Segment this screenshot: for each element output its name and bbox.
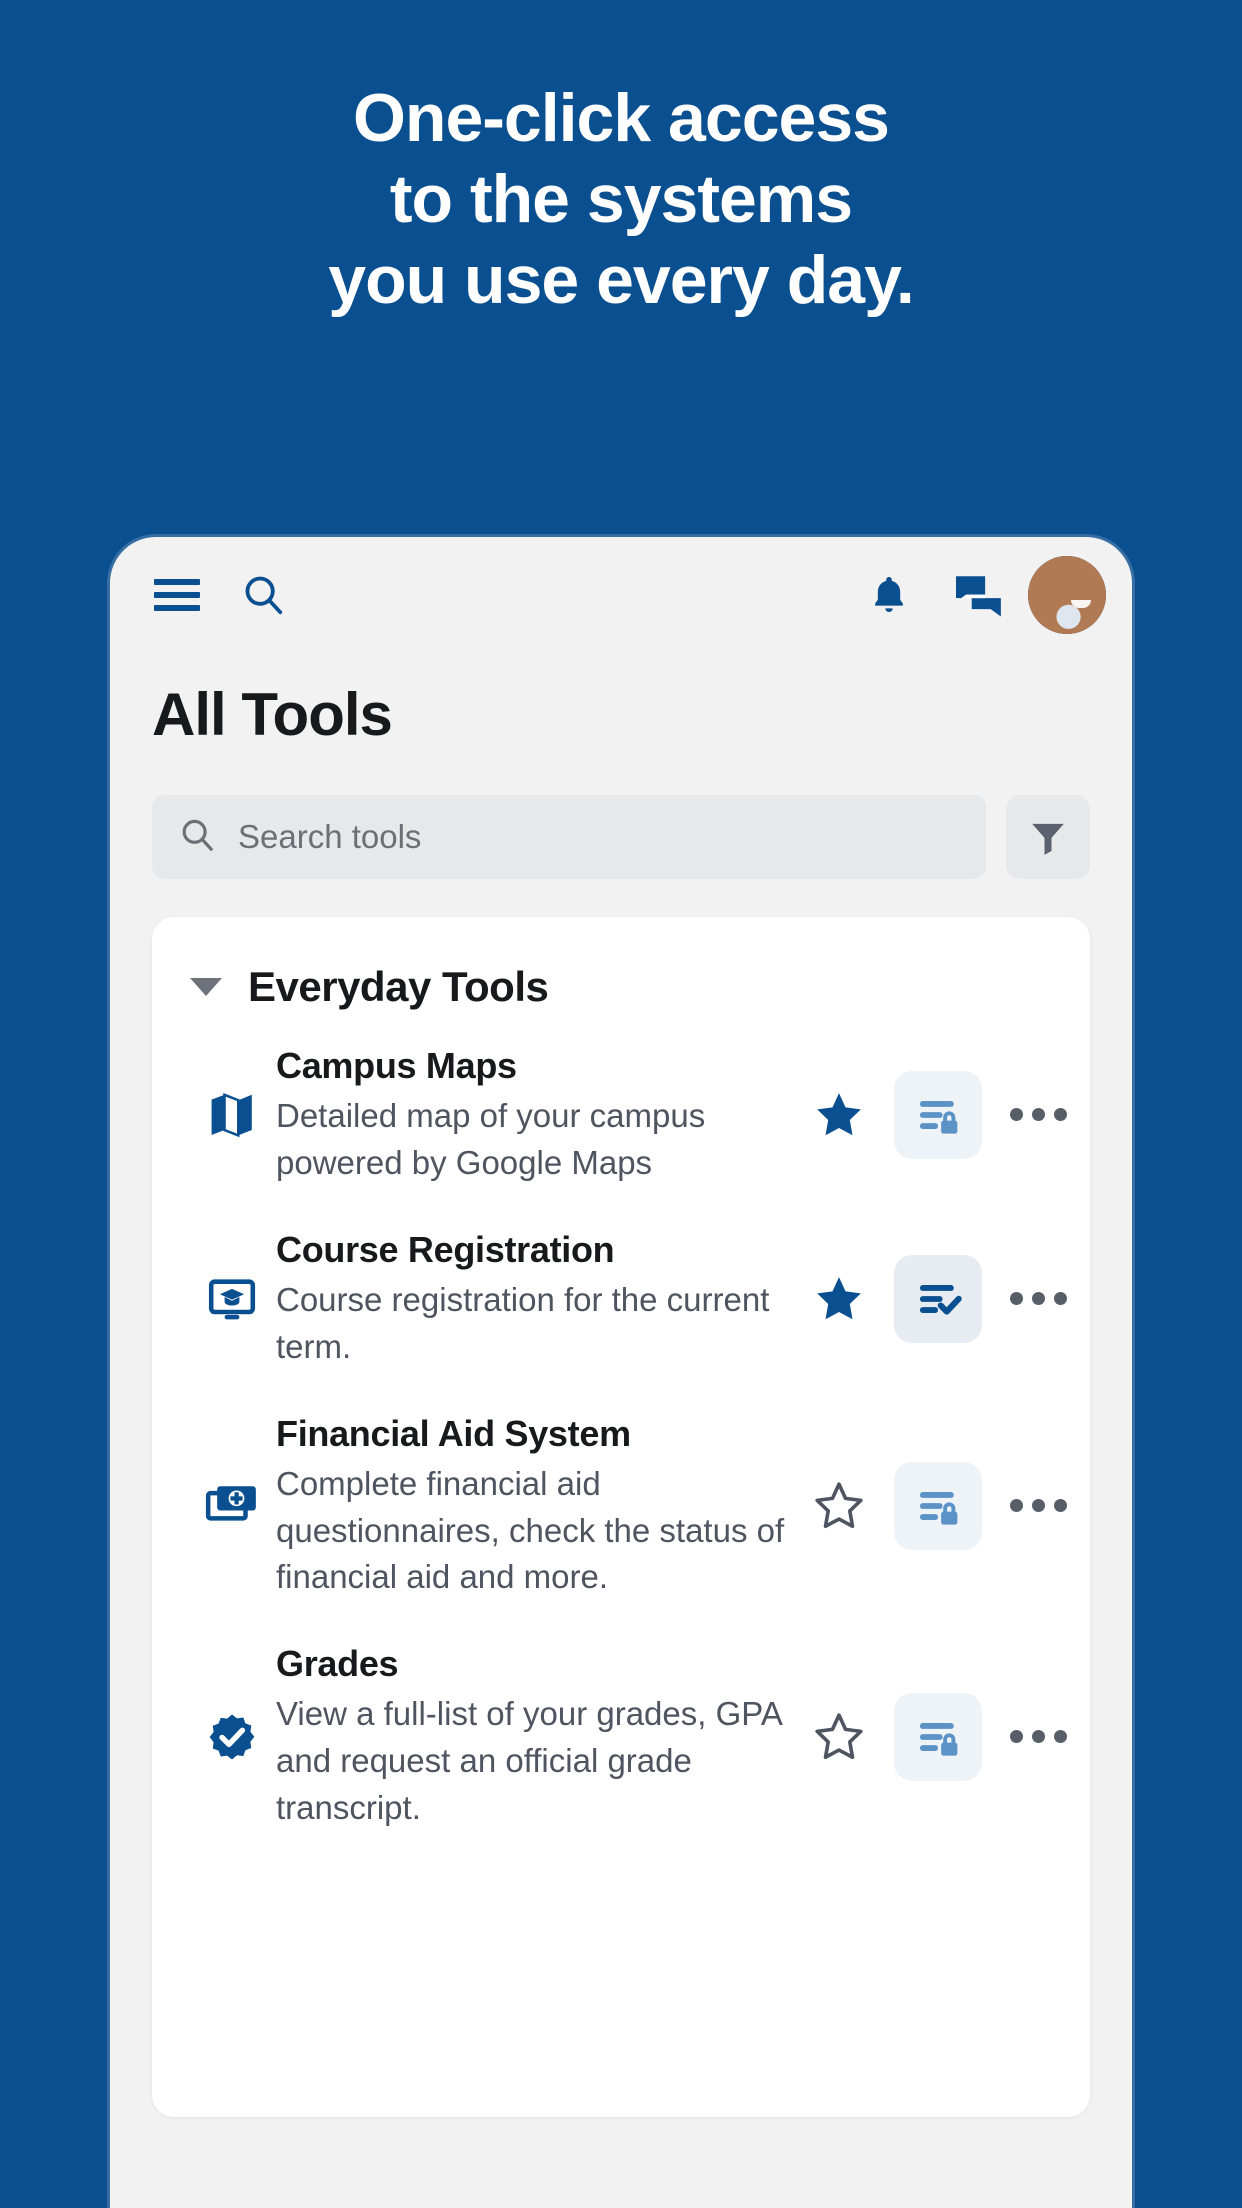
tools-card: Everyday Tools Campus Maps Detailed map … (152, 917, 1090, 2117)
verified-badge-icon (188, 1711, 276, 1763)
kebab-dot (1053, 1730, 1067, 1744)
search-icon (178, 816, 216, 859)
avatar-photo (1028, 555, 1106, 634)
chat-bubbles-icon[interactable] (948, 564, 1010, 626)
list-lock-icon[interactable] (894, 1070, 982, 1159)
headline-line-1: One-click access (353, 80, 890, 156)
star-outline-icon[interactable] (810, 1708, 868, 1766)
table-row[interactable]: Financial Aid System Complete financial … (152, 1391, 1090, 1622)
list-lock-icon[interactable] (894, 1692, 982, 1781)
table-row[interactable]: Grades View a full-list of your grades, … (152, 1621, 1090, 1852)
tool-description: Complete financial aid questionnaires, c… (276, 1464, 785, 1596)
table-row[interactable]: Course Registration Course registration … (152, 1207, 1090, 1391)
search-input[interactable]: Search tools (152, 795, 986, 879)
kebab-dot (1009, 1499, 1023, 1513)
money-plus-icon (188, 1481, 276, 1531)
hero-headline: One-click access to the systems you use … (0, 0, 1242, 321)
tool-name: Grades (276, 1643, 399, 1685)
bell-icon[interactable] (858, 564, 920, 626)
tools-group-label: Everyday Tools (248, 963, 549, 1010)
table-row[interactable]: Campus Maps Detailed map of your campus … (152, 1023, 1090, 1207)
star-filled-icon[interactable] (810, 1086, 868, 1144)
kebab-dot (1053, 1292, 1067, 1306)
tools-group-header[interactable]: Everyday Tools (152, 951, 1090, 1023)
hamburger-menu-icon[interactable] (146, 564, 208, 626)
list-lock-icon[interactable] (894, 1461, 982, 1550)
tool-actions (810, 1692, 1068, 1781)
kebab-dot (1053, 1108, 1067, 1122)
page-title: All Tools (152, 681, 393, 748)
map-icon (188, 1089, 276, 1141)
tool-text: Financial Aid System Complete financial … (276, 1411, 810, 1602)
kebab-dot (1053, 1499, 1067, 1513)
kebab-dot (1031, 1499, 1045, 1513)
tool-description: Course registration for the current term… (276, 1280, 770, 1365)
tool-text: Grades View a full-list of your grades, … (276, 1641, 810, 1832)
filter-funnel-icon[interactable] (1006, 795, 1090, 879)
chevron-down-icon[interactable] (190, 978, 222, 996)
kebab-dot (1031, 1108, 1045, 1122)
tool-description: Detailed map of your campus powered by G… (276, 1097, 706, 1181)
headline-line-3: you use every day. (328, 241, 915, 318)
star-outline-icon[interactable] (810, 1477, 868, 1535)
more-options-icon[interactable] (1008, 1477, 1068, 1535)
monitor-graduation-cap-icon (188, 1273, 276, 1325)
tool-actions (810, 1254, 1068, 1343)
more-options-icon[interactable] (1008, 1270, 1068, 1328)
more-options-icon[interactable] (1008, 1086, 1068, 1144)
search-row: Search tools (110, 749, 1132, 879)
list-check-icon[interactable] (894, 1254, 982, 1343)
tool-actions (810, 1461, 1068, 1550)
tool-name: Financial Aid System (276, 1412, 631, 1454)
kebab-dot (1009, 1292, 1023, 1306)
kebab-dot (1031, 1292, 1045, 1306)
search-icon[interactable] (232, 564, 294, 626)
tool-name: Course Registration (276, 1228, 615, 1270)
app-top-bar (110, 537, 1132, 652)
tool-actions (810, 1070, 1068, 1159)
kebab-dot (1009, 1108, 1023, 1122)
search-placeholder: Search tools (238, 818, 422, 855)
user-avatar[interactable] (1028, 555, 1106, 634)
tool-text: Course Registration Course registration … (276, 1227, 810, 1371)
kebab-dot (1009, 1730, 1023, 1744)
more-options-icon[interactable] (1008, 1708, 1068, 1766)
tool-name: Campus Maps (276, 1045, 517, 1086)
tool-description: View a full-list of your grades, GPA and… (276, 1695, 782, 1827)
phone-mockup: All Tools Search tools Everyday Tools Ca… (110, 537, 1132, 2208)
star-filled-icon[interactable] (810, 1270, 868, 1328)
tool-text: Campus Maps Detailed map of your campus … (276, 1043, 810, 1187)
kebab-dot (1031, 1730, 1045, 1744)
headline-line-2: to the systems (389, 160, 853, 237)
